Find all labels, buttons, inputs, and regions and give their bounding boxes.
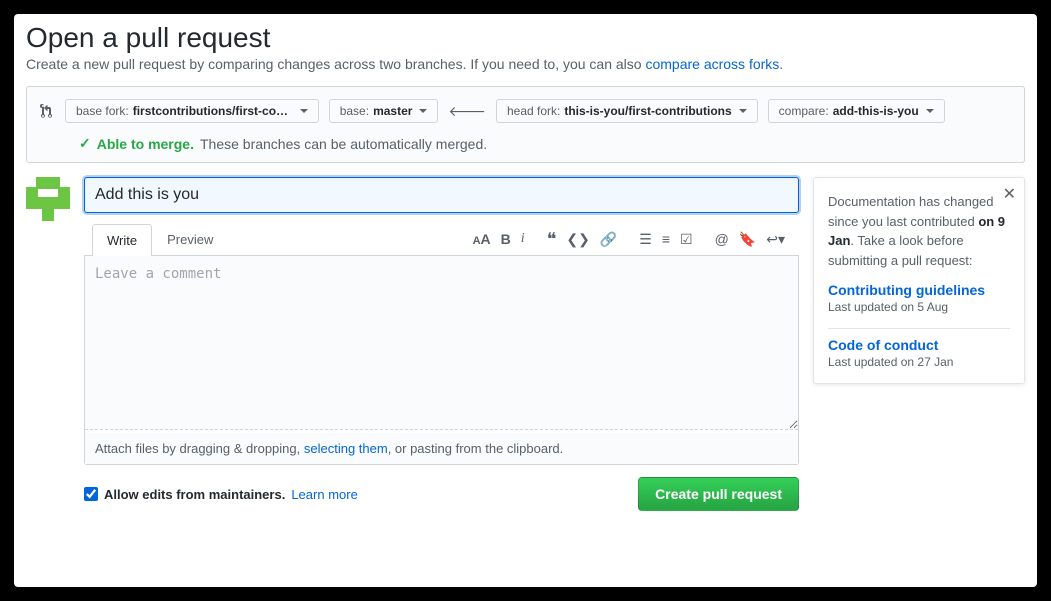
- caret-down-icon: [739, 109, 747, 113]
- page-subtitle: Create a new pull request by comparing c…: [26, 56, 1025, 72]
- caret-down-icon: [926, 109, 934, 113]
- page-title: Open a pull request: [26, 22, 1025, 54]
- create-pr-button[interactable]: Create pull request: [638, 477, 799, 511]
- merge-status-label: Able to merge.: [97, 136, 194, 152]
- code-of-conduct-meta: Last updated on 27 Jan: [828, 355, 1010, 369]
- attach-hint: Attach files by dragging & dropping, sel…: [85, 433, 798, 464]
- caret-down-icon: [419, 109, 427, 113]
- compare-box: base fork: firstcontributions/first-cont…: [26, 86, 1025, 163]
- allow-edits-checkbox[interactable]: [84, 487, 98, 501]
- unordered-list-icon[interactable]: ☰: [639, 231, 652, 248]
- italic-icon[interactable]: i: [521, 231, 525, 247]
- allow-edits-row: Allow edits from maintainers. Learn more: [84, 487, 358, 502]
- head-fork-dropdown[interactable]: head fork: this-is-you/first-contributio…: [496, 99, 758, 123]
- heading-icon[interactable]: AA: [473, 231, 491, 247]
- compare-forks-link[interactable]: compare across forks: [645, 56, 779, 72]
- learn-more-link[interactable]: Learn more: [291, 487, 357, 502]
- allow-edits-label: Allow edits from maintainers.: [104, 487, 285, 502]
- arrow-left-icon: 🡐: [448, 103, 486, 120]
- base-branch-dropdown[interactable]: base: master: [329, 99, 439, 123]
- popover-text: Documentation has changed since you last…: [828, 192, 1010, 270]
- git-compare-icon: [39, 103, 55, 119]
- quote-icon[interactable]: ❝: [547, 229, 557, 250]
- tab-preview[interactable]: Preview: [152, 223, 228, 255]
- comment-textarea[interactable]: [85, 256, 798, 430]
- formatting-toolbar: AA B i ❝ ❮❯ 🔗 ☰ ≡ ☑: [473, 229, 791, 250]
- divider: [828, 328, 1010, 329]
- contributing-guidelines-link[interactable]: Contributing guidelines: [828, 282, 1010, 298]
- link-icon[interactable]: 🔗: [600, 231, 617, 248]
- compare-branch-dropdown[interactable]: compare: add-this-is-you: [768, 99, 945, 123]
- ordered-list-icon[interactable]: ≡: [662, 231, 670, 247]
- reply-icon[interactable]: ↩▾: [766, 231, 785, 248]
- bold-icon[interactable]: B: [501, 231, 511, 247]
- check-icon: ✓: [79, 135, 91, 152]
- editor-tabs: Write Preview AA B i ❝ ❮❯ 🔗: [84, 223, 799, 256]
- reference-icon[interactable]: 🔖: [739, 231, 756, 248]
- code-icon[interactable]: ❮❯: [566, 231, 589, 248]
- merge-status-desc: These branches can be automatically merg…: [200, 136, 487, 152]
- tab-write[interactable]: Write: [92, 224, 152, 256]
- pr-title-input[interactable]: [84, 177, 799, 213]
- caret-down-icon: [300, 109, 308, 113]
- base-fork-dropdown[interactable]: base fork: firstcontributions/first-cont…: [65, 99, 319, 123]
- mention-icon[interactable]: @: [715, 231, 729, 247]
- close-icon[interactable]: ✕: [1003, 184, 1016, 204]
- avatar: [26, 177, 70, 221]
- task-list-icon[interactable]: ☑: [680, 231, 693, 248]
- contributing-guidelines-meta: Last updated on 5 Aug: [828, 300, 1010, 314]
- select-files-link[interactable]: selecting them: [304, 441, 388, 456]
- code-of-conduct-link[interactable]: Code of conduct: [828, 337, 1010, 353]
- doc-change-popover: ✕ Documentation has changed since you la…: [813, 177, 1025, 384]
